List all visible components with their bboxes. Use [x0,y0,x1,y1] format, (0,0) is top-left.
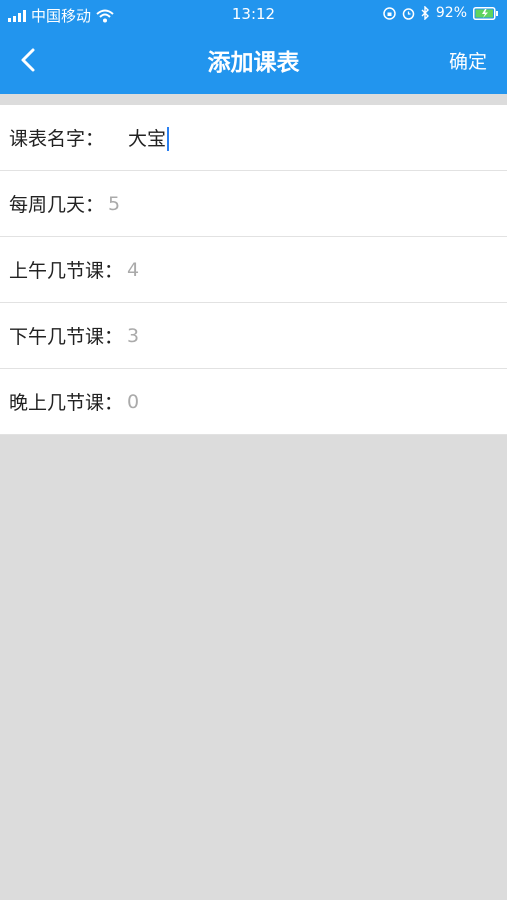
page-title: 添加课表 [207,50,300,76]
days-row[interactable]: 每周几天： 5 [0,171,507,237]
evening-label: 晚上几节课： [9,392,124,414]
confirm-button[interactable]: 确定 [449,47,487,74]
header-bar: 中国移动 13:12 92% 添加课表 确定 [0,0,507,94]
battery-percent: 92% [435,5,467,21]
name-input-text: 大宝 [128,127,167,150]
bluetooth-icon [421,6,429,20]
navigation-bar: 添加课表 确定 [0,30,507,90]
afternoon-input[interactable]: 3 [127,325,139,347]
afternoon-row[interactable]: 下午几节课： 3 [0,303,507,369]
days-input[interactable]: 5 [108,193,120,215]
days-label: 每周几天： [9,194,105,216]
name-label: 课表名字： [9,128,105,150]
status-bar: 中国移动 13:12 92% [0,0,507,28]
morning-row[interactable]: 上午几节课： 4 [0,237,507,303]
morning-input[interactable]: 4 [127,259,139,281]
morning-label: 上午几节课： [9,260,124,282]
evening-row[interactable]: 晚上几节课： 0 [0,369,507,435]
schedule-form: 课表名字： 大宝 每周几天： 5 上午几节课： 4 下午几节课： 3 晚上几节课… [0,105,507,435]
text-caret [167,127,170,152]
status-right: 92% [383,5,499,21]
name-row[interactable]: 课表名字： 大宝 [0,105,507,171]
evening-input[interactable]: 0 [127,391,139,413]
back-button[interactable] [14,44,46,76]
chevron-left-icon [21,48,35,72]
alarm-icon [402,7,415,20]
name-input[interactable]: 大宝 [128,124,170,152]
afternoon-label: 下午几节课： [9,326,124,348]
rotation-lock-icon [383,6,396,20]
battery-charging-icon [473,6,498,20]
